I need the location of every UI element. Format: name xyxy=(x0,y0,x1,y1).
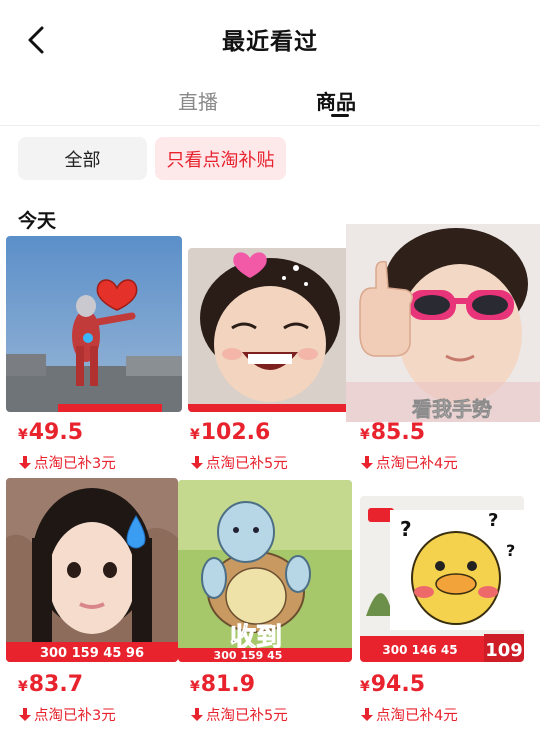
top-bar: 最近看过 xyxy=(0,0,540,78)
product-card[interactable]: ¥102.6 点淘已补5元 xyxy=(180,232,360,472)
subsidy-text: 点淘已补5元 xyxy=(206,456,288,472)
svg-text:?: ? xyxy=(400,517,412,541)
product-price: ¥49.5 xyxy=(18,420,83,445)
svg-text:?: ? xyxy=(488,510,498,531)
image-price-strip: 300 159 45 xyxy=(214,649,283,662)
product-price: ¥83.7 xyxy=(18,672,83,697)
product-price: ¥85.5 xyxy=(360,420,425,445)
currency-symbol: ¥ xyxy=(360,679,370,695)
image-price-strip: 300 159 45 96 xyxy=(40,646,144,661)
image-badge-price: 109 xyxy=(485,640,523,661)
svg-text:?: ? xyxy=(506,541,515,560)
currency-symbol: ¥ xyxy=(18,679,28,695)
arrow-down-icon xyxy=(191,456,203,469)
arrow-down-icon xyxy=(361,456,373,469)
confused-duck-image: ? ? ? 300 146 45 109 xyxy=(360,496,524,662)
product-price: ¥94.5 xyxy=(360,672,425,697)
price-value: 85.5 xyxy=(370,420,426,445)
image-caption: 看我手势 xyxy=(412,397,492,421)
product-card[interactable]: ¥49.5 点淘已补3元 xyxy=(0,232,182,473)
divider xyxy=(0,125,540,126)
subsidy-text: 点淘已补4元 xyxy=(376,708,458,724)
section-date-label: 今天 xyxy=(18,210,57,232)
product-card[interactable]: ? ? ? 300 146 45 109 ¥94.5 点淘已补4元 xyxy=(356,476,540,726)
tab-bar: 直播 商品 xyxy=(0,80,540,124)
arrow-down-icon xyxy=(19,708,31,721)
crying-girl-image: 300 159 45 96 xyxy=(6,478,178,662)
smiling-girl-image xyxy=(188,248,352,412)
price-value: 81.9 xyxy=(200,672,256,697)
filter-subsidy-chip[interactable]: 只看点淘补贴 xyxy=(155,137,286,180)
product-card[interactable]: 看我手势 ¥85.5 点淘已补4元 xyxy=(346,224,540,472)
arrow-down-icon xyxy=(191,708,203,721)
price-value: 83.7 xyxy=(28,672,84,697)
tab-live[interactable]: 直播 xyxy=(178,86,218,115)
subsidy-label: 点淘已补3元 xyxy=(18,452,116,473)
tab-active-indicator xyxy=(331,114,349,117)
subsidy-text: 点淘已补4元 xyxy=(376,456,458,472)
filter-all-chip[interactable]: 全部 xyxy=(18,137,147,180)
ultraman-heart-image xyxy=(6,236,182,412)
subsidy-text: 点淘已补5元 xyxy=(206,708,288,724)
price-value: 102.6 xyxy=(200,420,271,445)
subsidy-label: 点淘已补5元 xyxy=(190,704,288,725)
subsidy-label: 点淘已补5元 xyxy=(190,452,288,473)
sunglasses-girl-image: 看我手势 xyxy=(346,224,540,422)
price-value: 49.5 xyxy=(28,420,84,445)
product-card[interactable]: 收到 300 159 45 ¥81.9 点淘已补5元 xyxy=(176,476,356,726)
subsidy-label: 点淘已补4元 xyxy=(360,452,458,473)
squirtle-image: 收到 300 159 45 xyxy=(178,480,352,662)
page-title: 最近看过 xyxy=(222,29,318,55)
subsidy-text: 点淘已补3元 xyxy=(34,708,116,724)
subsidy-label: 点淘已补4元 xyxy=(360,704,458,725)
subsidy-text: 点淘已补3元 xyxy=(34,456,116,472)
product-price: ¥102.6 xyxy=(190,420,270,445)
tab-goods[interactable]: 商品 xyxy=(316,86,356,115)
currency-symbol: ¥ xyxy=(360,427,370,443)
subsidy-label: 点淘已补3元 xyxy=(18,704,116,725)
product-price: ¥81.9 xyxy=(190,672,255,697)
currency-symbol: ¥ xyxy=(18,427,28,443)
price-value: 94.5 xyxy=(370,672,426,697)
arrow-down-icon xyxy=(361,708,373,721)
arrow-down-icon xyxy=(19,456,31,469)
currency-symbol: ¥ xyxy=(190,427,200,443)
product-card[interactable]: 300 159 45 96 ¥83.7 点淘已补3元 xyxy=(0,476,180,726)
currency-symbol: ¥ xyxy=(190,679,200,695)
image-price-strip: 300 146 45 xyxy=(382,643,457,657)
